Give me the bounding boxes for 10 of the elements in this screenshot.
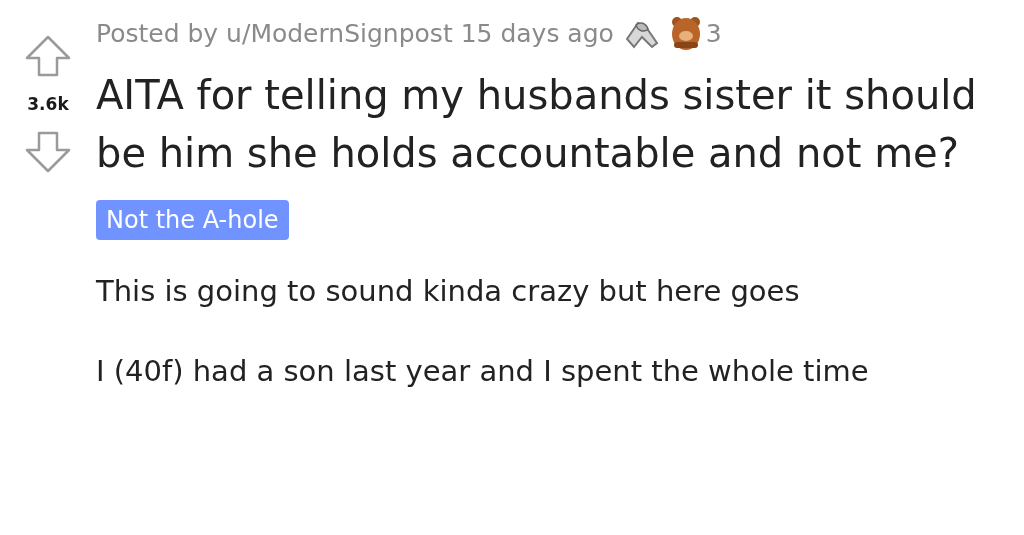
post-flair[interactable]: Not the A-hole bbox=[96, 200, 289, 240]
bear-icon bbox=[669, 16, 702, 52]
award-count: 3 bbox=[705, 18, 722, 51]
vote-score: 3.6k bbox=[27, 93, 69, 116]
body-paragraph: I (40f) had a son last year and I spent the whole time bbox=[96, 352, 870, 390]
upvote-icon[interactable] bbox=[23, 34, 73, 78]
post-title: AITA for telling my husbands sister it should be him she holds accountable and not me? bbox=[96, 71, 978, 178]
post-byline: Posted by u/ModernSignpost 15 days ago bbox=[96, 18, 614, 51]
downvote-icon[interactable] bbox=[23, 129, 73, 174]
body-paragraph: This is going to sound kinda crazy but here goes bbox=[96, 273, 801, 310]
